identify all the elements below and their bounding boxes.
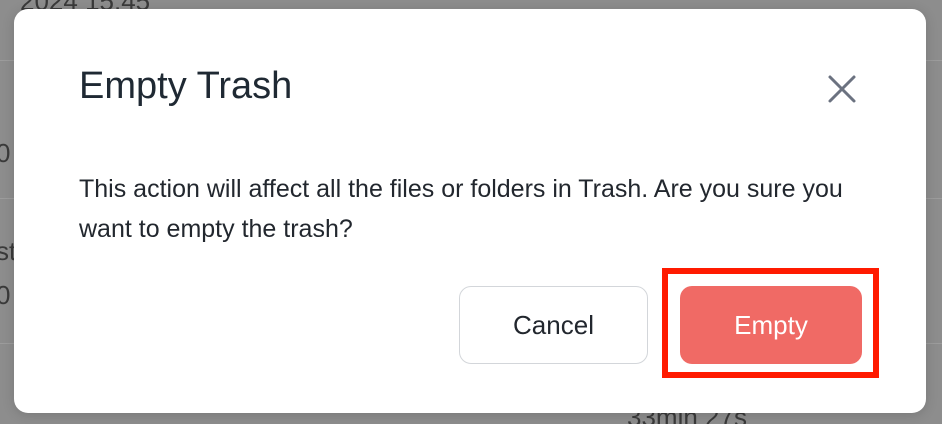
close-icon bbox=[828, 75, 856, 103]
background-text: 0 bbox=[0, 138, 11, 168]
close-button[interactable] bbox=[824, 71, 860, 107]
cancel-button[interactable]: Cancel bbox=[459, 286, 648, 364]
dialog-title: Empty Trash bbox=[79, 65, 293, 107]
empty-trash-dialog: Empty Trash This action will affect all … bbox=[14, 9, 926, 413]
dialog-message: This action will affect all the files or… bbox=[79, 175, 843, 243]
empty-button[interactable]: Empty bbox=[680, 286, 862, 364]
background-text: 0 bbox=[0, 280, 11, 310]
